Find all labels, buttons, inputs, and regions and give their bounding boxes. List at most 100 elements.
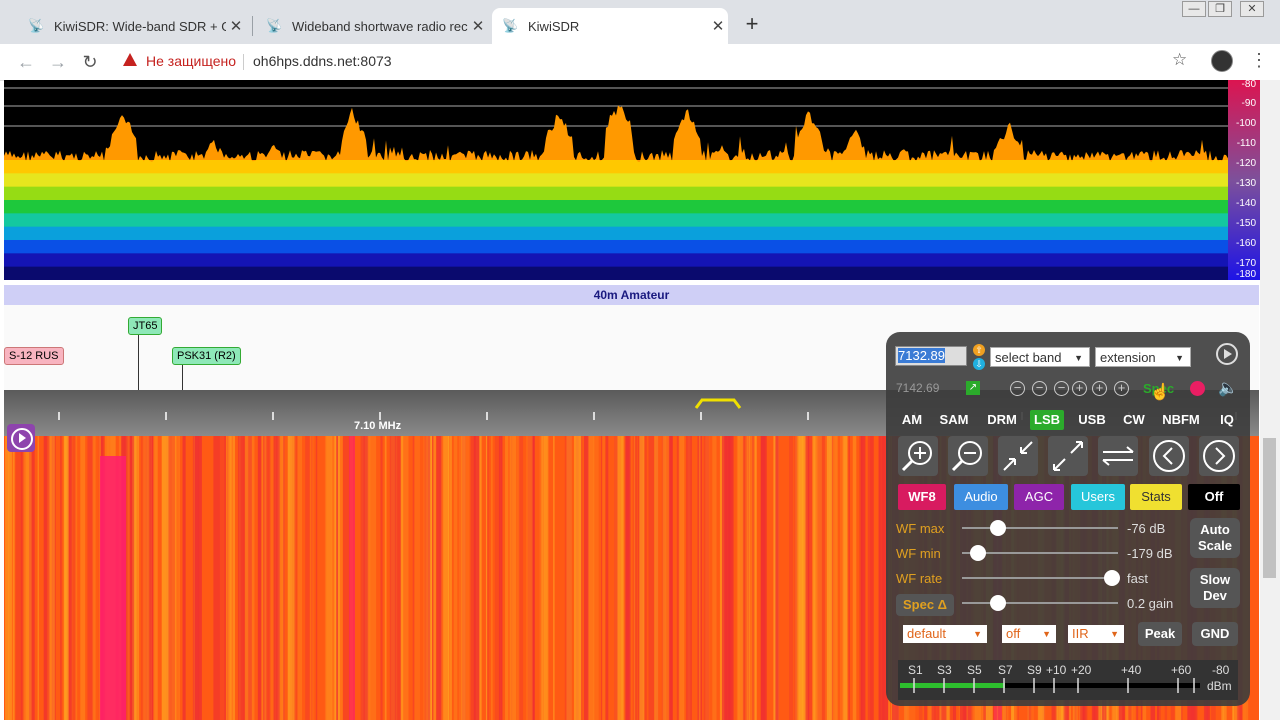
aperture-select[interactable]: off ▼ [1002, 625, 1056, 643]
step-down-icon[interactable]: ⇩ [973, 358, 985, 370]
waterfall-streak [438, 436, 441, 720]
waterfall-streak [509, 436, 517, 720]
close-tab-icon[interactable]: ✕ [226, 17, 246, 35]
waterfall-streak [812, 436, 816, 720]
mode-lsb[interactable]: LSB [1030, 410, 1064, 430]
peak-button[interactable]: Peak [1138, 622, 1182, 646]
aperture-value: off [1006, 626, 1021, 641]
wf-max-slider[interactable] [962, 527, 1118, 529]
slow-dev-button[interactable]: Slow Dev [1190, 568, 1240, 608]
play-button[interactable] [7, 424, 35, 452]
band-name-bar[interactable]: 40m Amateur [4, 285, 1259, 305]
extension-dropdown[interactable]: extension ▼ [1095, 347, 1191, 367]
db-scale-label: -170 [1235, 258, 1256, 269]
close-window-button[interactable]: ✕ [1240, 1, 1264, 17]
spectrum-band [4, 266, 1228, 281]
security-warning-label[interactable]: Не защищено [146, 53, 236, 69]
mode-sam[interactable]: SAM [936, 410, 972, 430]
wf-rate-value: fast [1127, 571, 1148, 586]
wf-min-slider-knob[interactable] [969, 545, 986, 561]
waterfall-streak [682, 436, 685, 720]
zoom-max-out-button[interactable] [1048, 436, 1088, 476]
zoom-out-icon[interactable]: − [1032, 381, 1047, 396]
db-scale-label: -100 [1235, 118, 1256, 129]
page-right-button[interactable] [1199, 436, 1239, 476]
gnd-button[interactable]: GND [1192, 622, 1238, 646]
url-separator [243, 54, 244, 70]
colormap-select[interactable]: default ▼ [903, 625, 987, 643]
tab-wf[interactable]: WF8 [898, 484, 946, 510]
bookmark-star-icon[interactable]: ☆ [1172, 50, 1187, 70]
zoom-out-small-icon[interactable]: − [1054, 381, 1069, 396]
waterfall-streak [297, 436, 303, 720]
wf-rate-slider-knob[interactable] [1103, 570, 1120, 586]
zoom-in-max-icon[interactable]: + [1114, 381, 1129, 396]
mode-am[interactable]: AM [898, 410, 926, 430]
tab-off[interactable]: Off [1188, 484, 1240, 510]
mode-usb[interactable]: USB [1074, 410, 1110, 430]
zoom-max-in-button[interactable] [998, 436, 1038, 476]
zoom-in-small-icon[interactable]: + [1072, 381, 1087, 396]
zoom-in-icon[interactable]: + [1092, 381, 1107, 396]
zoom-out-max-icon[interactable]: − [1010, 381, 1025, 396]
forward-arrow-icon[interactable]: → [48, 52, 68, 73]
browser-tab-wideband-shortwave[interactable]: 📡 Wideband shortwave radio recei ✕ [256, 8, 488, 44]
mode-drm[interactable]: DRM [983, 410, 1021, 430]
minimize-button[interactable]: — [1182, 1, 1206, 17]
wf-rate-slider[interactable] [962, 577, 1118, 579]
mute-speaker-icon[interactable]: 🔈 [1218, 378, 1238, 398]
scrollbar-thumb[interactable] [1263, 438, 1276, 578]
waterfall-streak [195, 436, 202, 720]
page-left-button[interactable] [1149, 436, 1189, 476]
waterfall-streak [127, 436, 133, 720]
select-band-dropdown[interactable]: select band ▼ [990, 347, 1090, 367]
dx-label[interactable]: JT65 [128, 317, 163, 335]
close-tab-icon[interactable]: ✕ [708, 17, 728, 35]
waterfall-streak [453, 436, 458, 720]
frequency-input[interactable]: 7132.89 [895, 346, 967, 366]
browser-menu-icon[interactable]: ⋮ [1250, 50, 1268, 71]
wf-max-label: WF max [896, 521, 945, 536]
mode-iq[interactable]: IQ [1213, 410, 1241, 430]
spec-gain-slider-knob[interactable] [989, 595, 1006, 611]
filter-select[interactable]: IIR ▼ [1068, 625, 1124, 643]
mode-nbfm[interactable]: NBFM [1158, 410, 1204, 430]
play-circle-button[interactable] [1216, 343, 1238, 365]
tab-audio[interactable]: Audio [954, 484, 1008, 510]
profile-avatar[interactable] [1211, 50, 1233, 72]
maximize-button[interactable]: ❐ [1208, 1, 1232, 17]
dx-label[interactable]: S-12 RUS [4, 347, 64, 365]
waterfall-streak [630, 436, 632, 720]
dx-label[interactable]: PSK31 (R2) [172, 347, 241, 365]
spec-gain-slider[interactable] [962, 602, 1118, 604]
new-tab-button[interactable]: + [742, 13, 762, 35]
antenna-icon: 📡 [502, 18, 519, 33]
spectrum-display[interactable] [4, 80, 1228, 281]
wf-max-slider-knob[interactable] [989, 520, 1006, 536]
back-arrow-icon[interactable]: ← [16, 52, 36, 73]
record-icon[interactable] [1190, 381, 1205, 396]
browser-tab-kiwisdr[interactable]: 📡 KiwiSDR ✕ [492, 8, 728, 44]
auto-scale-button[interactable]: Auto Scale [1190, 518, 1240, 558]
close-tab-icon[interactable]: ✕ [468, 17, 488, 35]
waterfall-streak [60, 436, 62, 720]
s-meter-label: S1 [908, 663, 923, 677]
zoom-in-button[interactable] [898, 436, 938, 476]
page-scrollbar[interactable] [1260, 80, 1280, 720]
chevron-right-circle-icon [1203, 440, 1235, 472]
browser-tab-kiwisdr-wide-band[interactable]: 📡 KiwiSDR: Wide-band SDR + GPS ✕ [18, 8, 246, 44]
external-link-icon[interactable]: ↗ [966, 381, 980, 395]
vfo-b-frequency[interactable]: 7142.69 [896, 381, 939, 395]
address-bar[interactable]: oh6hps.ddns.net:8073 [253, 53, 392, 69]
tab-agc[interactable]: AGC [1014, 484, 1064, 510]
reload-icon[interactable]: ↻ [80, 52, 100, 73]
spectrum-band [4, 240, 1228, 254]
spec-delta-button[interactable]: Spec Δ [896, 594, 954, 616]
mode-cw[interactable]: CW [1120, 410, 1148, 430]
step-up-icon[interactable]: ⇧ [973, 344, 985, 356]
waterfall-streak [686, 436, 692, 720]
zoom-out-button[interactable] [948, 436, 988, 476]
swap-vfo-button[interactable] [1098, 436, 1138, 476]
tab-stats[interactable]: Stats [1130, 484, 1182, 510]
tab-users[interactable]: Users [1071, 484, 1125, 510]
